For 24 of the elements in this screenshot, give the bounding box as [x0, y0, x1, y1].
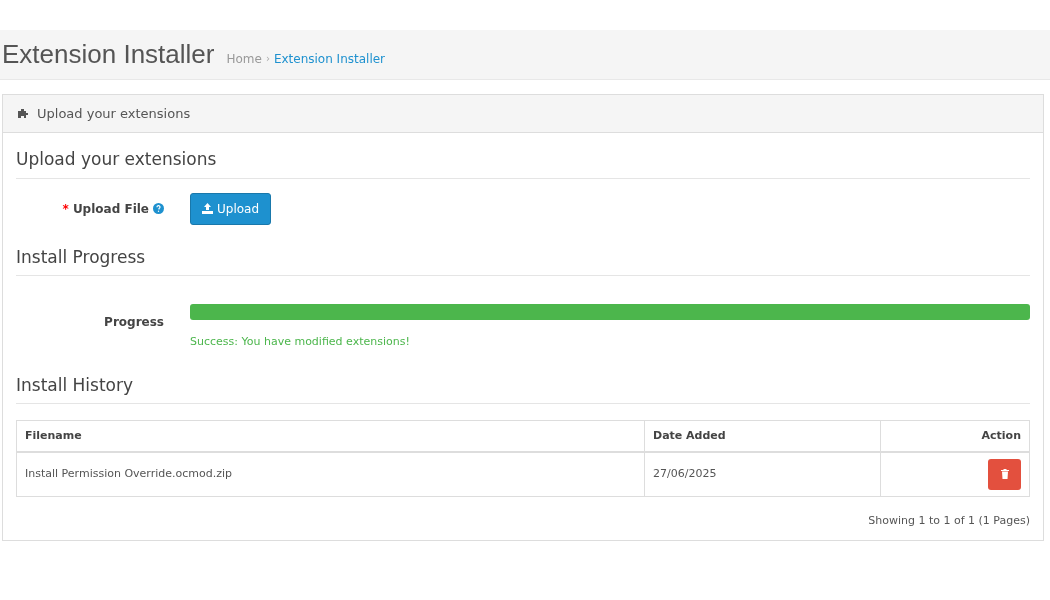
breadcrumb-link[interactable]: Extension Installer	[273, 49, 386, 68]
section-heading: Install Progress	[16, 224, 1030, 276]
required-mark: *	[62, 200, 69, 218]
section-heading: Install History	[16, 350, 1030, 404]
table-cell: Install Permission Override.ocmod.zip	[16, 451, 645, 497]
field-label: Progress	[104, 314, 164, 331]
upload-icon	[202, 203, 213, 214]
success-message: Success: You have modified extensions!	[190, 334, 411, 350]
panel-title: Upload your extensions	[37, 104, 191, 123]
field-label: Upload File	[72, 200, 149, 218]
breadcrumb-link[interactable]: Home	[226, 49, 262, 68]
page-title: Extension Installer	[1, 38, 215, 71]
section-heading: Upload your extensions	[16, 133, 1030, 179]
pagination-text: Showing 1 to 1 of 1 (1 Pages)	[868, 513, 1030, 529]
column-header: Date Added	[644, 420, 881, 452]
column-header: Action	[880, 420, 1030, 452]
breadcrumb-separator: ›	[265, 52, 270, 66]
trash-icon	[1000, 469, 1009, 480]
delete-button[interactable]	[988, 458, 1021, 490]
table-cell: 27/06/2025	[644, 451, 881, 497]
puzzle-icon	[17, 108, 29, 119]
upload-button[interactable]: Upload	[190, 192, 272, 225]
column-header: Filename	[16, 420, 645, 452]
help-icon[interactable]	[153, 203, 164, 214]
